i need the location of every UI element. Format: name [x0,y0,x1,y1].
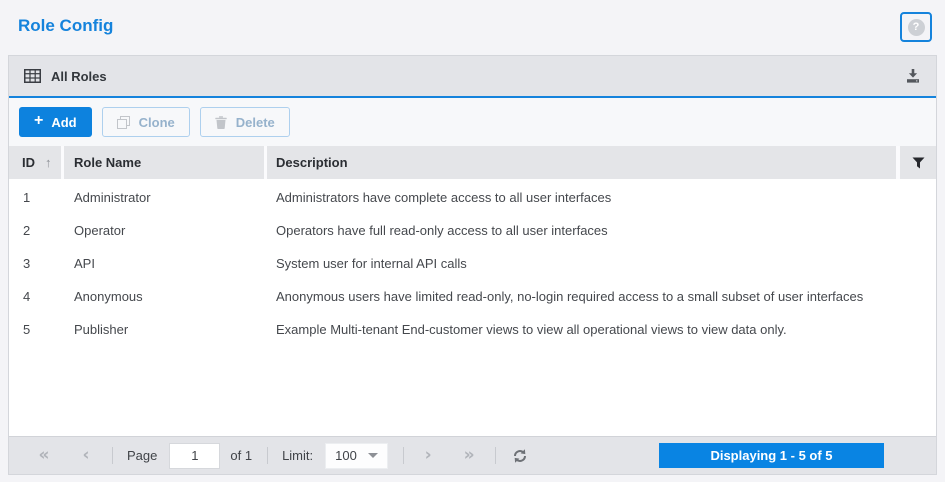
plus-icon: + [34,112,44,129]
cell-id: 2 [23,223,31,238]
column-header-role-name[interactable]: Role Name [64,146,264,179]
column-header-description-label: Description [276,155,348,170]
roles-panel: All Roles + Add Clone Delete ID ↑ Role N… [8,55,937,475]
divider [403,447,405,464]
cell-role-name: Anonymous [74,289,143,304]
cell-description: Operators have full read-only access to … [276,223,608,238]
cell-description: Example Multi-tenant End-customer views … [276,322,787,337]
help-icon: ? [907,18,925,36]
sort-asc-icon: ↑ [45,155,52,170]
cell-role-name: Administrator [74,190,151,205]
cell-id: 3 [23,256,31,271]
page-label: Page [127,448,158,463]
delete-button-label: Delete [235,114,275,130]
delete-button[interactable]: Delete [199,107,290,137]
column-header-description[interactable]: Description [267,146,896,179]
add-button[interactable]: + Add [19,107,92,137]
cell-role-name: Publisher [74,322,129,337]
limit-label: Limit: [282,448,314,463]
help-button[interactable]: ? [900,12,932,42]
page-of-label: of 1 [230,448,253,463]
cell-role-name: API [74,256,95,271]
table-row[interactable]: 3 API System user for internal API calls [9,247,936,280]
cell-id: 1 [23,190,31,205]
column-header-role-name-label: Role Name [74,155,142,170]
table-row[interactable]: 4 Anonymous Anonymous users have limited… [9,280,936,313]
table-row[interactable]: 2 Operator Operators have full read-only… [9,214,936,247]
next-page-button[interactable]: › [417,447,439,464]
divider [112,447,113,464]
refresh-icon [512,448,528,464]
first-page-button[interactable]: « [33,447,55,464]
prev-page-button[interactable]: ‹ [75,447,97,464]
limit-select-value: 100 [335,448,357,463]
grid-header: ID ↑ Role Name Description [9,146,936,179]
download-icon [905,68,921,84]
table-grid-icon [24,69,41,83]
page-number-input[interactable] [169,442,221,469]
page-title: Role Config [18,16,114,35]
table-row[interactable]: 1 Administrator Administrators have comp… [9,181,936,214]
limit-select[interactable]: 100 [325,442,389,469]
clone-button-label: Clone [138,114,175,130]
panel-header: All Roles [9,56,936,98]
trash-icon [215,115,227,129]
clone-icon [116,115,130,129]
table-row[interactable]: 5 Publisher Example Multi-tenant End-cus… [9,313,936,346]
column-header-id[interactable]: ID ↑ [9,146,61,179]
grid-body: 1 Administrator Administrators have comp… [9,179,936,436]
filter-button[interactable] [900,146,936,179]
download-button[interactable] [905,68,921,84]
cell-role-name: Operator [74,223,126,238]
cell-description: System user for internal API calls [276,256,467,271]
filter-funnel-icon [912,157,925,169]
divider [267,447,269,464]
last-page-button[interactable]: » [458,447,480,464]
toolbar: + Add Clone Delete [9,98,936,146]
cell-id: 5 [23,322,31,337]
panel-title: All Roles [51,68,107,84]
cell-description: Anonymous users have limited read-only, … [276,289,864,304]
column-header-id-label: ID [22,155,35,170]
divider [495,447,497,464]
add-button-label: Add [51,114,77,130]
clone-button[interactable]: Clone [101,107,190,137]
refresh-button[interactable] [512,448,528,464]
cell-id: 4 [23,289,31,304]
pagination-bar: « ‹ Page of 1 Limit: 100 › » Displayin [9,436,936,474]
displaying-status-badge: Displaying 1 - 5 of 5 [659,443,884,468]
cell-description: Administrators have complete access to a… [276,190,612,205]
chevron-down-icon [368,453,379,458]
